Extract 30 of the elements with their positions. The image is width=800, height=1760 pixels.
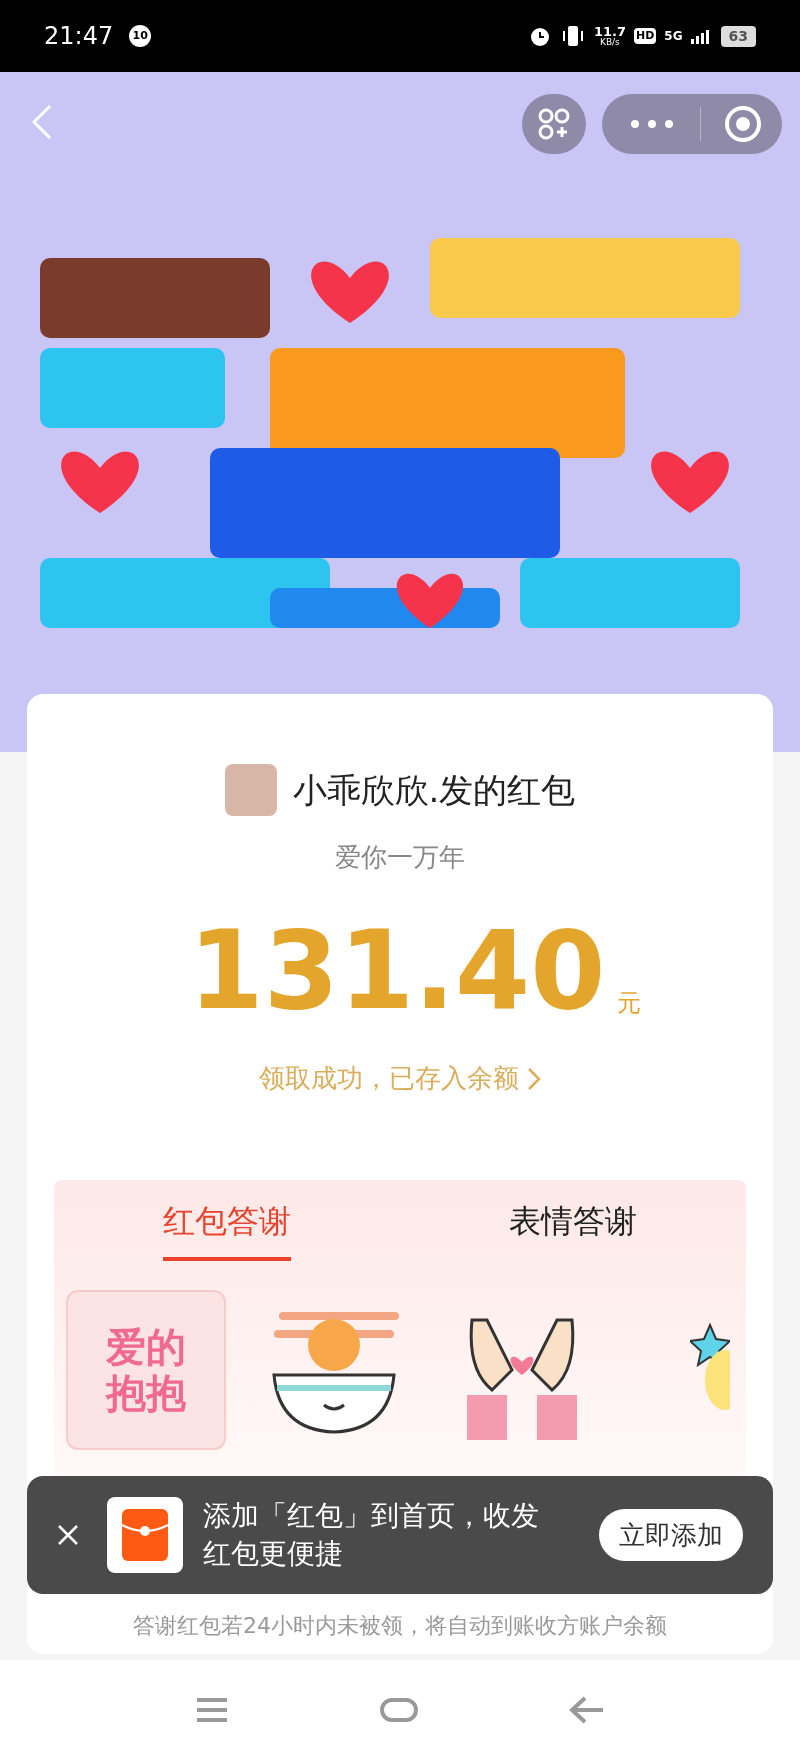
sticker-text: 爱的抱抱 [104,1324,187,1416]
thanks-tab[interactable]: 表情答谢 [400,1180,746,1270]
currency-unit: 元 [617,988,642,1019]
network-speed: 11.7 [593,25,626,38]
speed-unit: KB/s [600,38,620,47]
blessing-message: 爱你一万年 [335,841,465,874]
add-now-button[interactable]: 立即添加 [599,1509,743,1561]
sender-title: 小乖欣欣.发的红包 [292,768,576,812]
toast-message: 添加「红包」到首页，收发红包更便捷 [203,1498,540,1572]
thanks-tab[interactable]: 红包答谢 [54,1180,400,1270]
back-icon[interactable] [569,1695,605,1725]
network-label: 5G [664,28,683,45]
clock: 21:47 [44,21,114,52]
scan-icon [537,107,571,141]
packet-app-icon [107,1497,183,1573]
close-icon[interactable] [57,1524,79,1546]
amount: 131.40 [188,917,606,1025]
scan-button[interactable] [522,94,586,154]
more-icon[interactable] [630,119,674,129]
footer-note: 答谢红包若24小时内未被领，将自动到账收方账户余额 [133,1612,667,1640]
battery-indicator: 63 [720,25,756,47]
sticker-tile[interactable]: 爱的抱抱 [66,1290,226,1450]
notification-badge: 10 [129,25,152,47]
balance-link[interactable]: 领取成功，已存入余额 [259,1059,541,1098]
menu-icon[interactable] [195,1696,229,1724]
home-icon[interactable] [379,1696,419,1724]
avatar-photo [224,764,277,816]
hd-badge: HD [633,27,657,45]
close-target-icon[interactable] [723,104,763,144]
chevron-right-icon [527,1066,541,1091]
